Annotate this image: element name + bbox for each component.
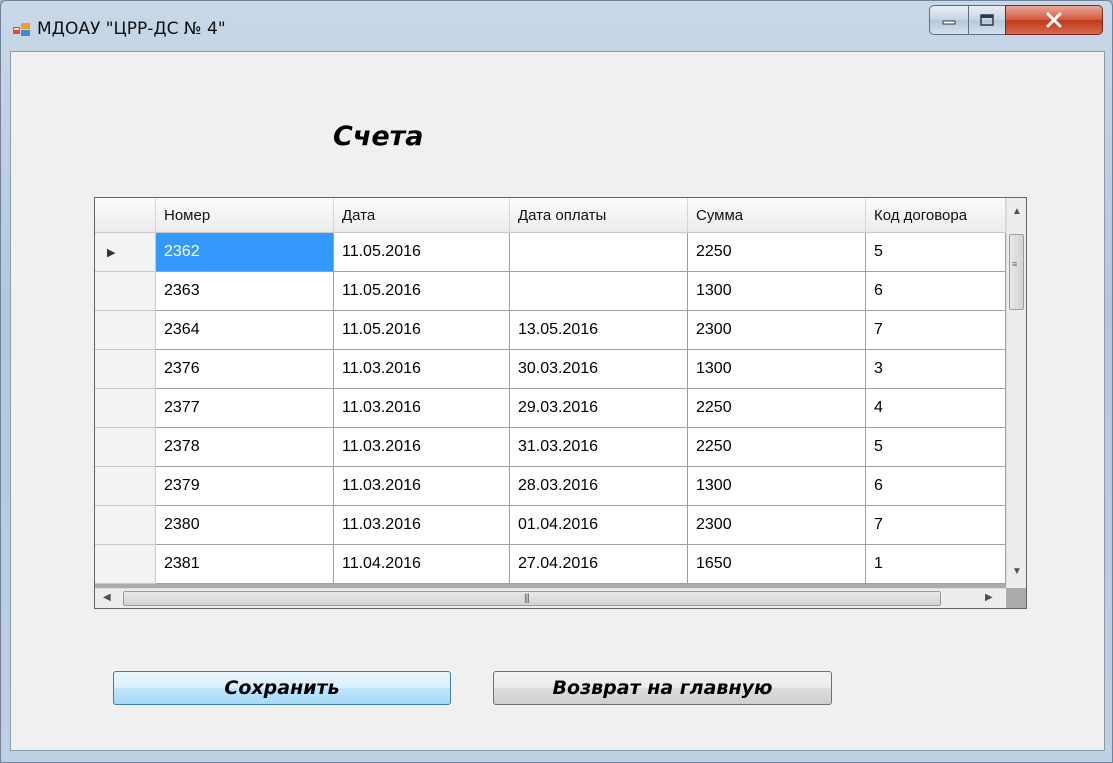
- cell-number[interactable]: 2377: [156, 389, 334, 428]
- row-header[interactable]: [95, 311, 156, 350]
- grip-icon: ≡: [1012, 259, 1017, 269]
- cell-date[interactable]: 11.03.2016: [334, 350, 510, 389]
- cell-date[interactable]: 11.05.2016: [334, 233, 510, 272]
- cell-amount[interactable]: 1650: [688, 545, 866, 584]
- title-bar[interactable]: МДОАУ "ЦРР-ДС № 4": [1, 1, 1112, 51]
- scroll-up-arrow-icon[interactable]: ▲: [1012, 206, 1022, 217]
- cell-contract-code[interactable]: 7: [866, 311, 1006, 350]
- row-header[interactable]: [95, 272, 156, 311]
- cell-number[interactable]: 2381: [156, 545, 334, 584]
- cell-date[interactable]: 11.03.2016: [334, 467, 510, 506]
- horizontal-scroll-thumb[interactable]: |||: [123, 591, 941, 606]
- scroll-down-arrow-icon[interactable]: ▼: [1012, 566, 1022, 577]
- cell-amount[interactable]: 2300: [688, 506, 866, 545]
- close-icon: [1046, 12, 1062, 28]
- column-header-payment-date[interactable]: Дата оплаты: [510, 198, 688, 233]
- table-row[interactable]: 2381 11.04.2016 27.04.2016 1650 1: [95, 545, 1006, 584]
- maximize-button[interactable]: [968, 5, 1006, 35]
- grid-corner-header[interactable]: [95, 198, 156, 233]
- minimize-icon: [942, 20, 956, 25]
- row-header[interactable]: [95, 506, 156, 545]
- cell-payment-date[interactable]: 28.03.2016: [510, 467, 688, 506]
- scroll-right-arrow-icon[interactable]: ▶: [985, 592, 993, 603]
- cell-payment-date[interactable]: 01.04.2016: [510, 506, 688, 545]
- row-header[interactable]: [95, 467, 156, 506]
- cell-date[interactable]: 11.03.2016: [334, 428, 510, 467]
- cell-number[interactable]: 2363: [156, 272, 334, 311]
- horizontal-scrollbar[interactable]: ◀ ||| ▶: [95, 588, 1006, 608]
- column-header-date[interactable]: Дата: [334, 198, 510, 233]
- cell-amount[interactable]: 1300: [688, 272, 866, 311]
- cell-date[interactable]: 11.03.2016: [334, 506, 510, 545]
- row-header[interactable]: [95, 545, 156, 584]
- table-row[interactable]: 2376 11.03.2016 30.03.2016 1300 3: [95, 350, 1006, 389]
- cell-number[interactable]: 2379: [156, 467, 334, 506]
- table-row[interactable]: ▶ 2362 11.05.2016 2250 5: [95, 233, 1006, 272]
- page-title: Счета: [333, 121, 424, 152]
- cell-date[interactable]: 11.03.2016: [334, 389, 510, 428]
- cell-number[interactable]: 2362: [156, 233, 334, 272]
- cell-payment-date[interactable]: 30.03.2016: [510, 350, 688, 389]
- cell-number[interactable]: 2380: [156, 506, 334, 545]
- window-title: МДОАУ "ЦРР-ДС № 4": [37, 19, 226, 39]
- save-button[interactable]: Сохранить: [113, 671, 451, 705]
- column-header-number[interactable]: Номер: [156, 198, 334, 233]
- table-row[interactable]: 2379 11.03.2016 28.03.2016 1300 6: [95, 467, 1006, 506]
- cell-amount[interactable]: 2300: [688, 311, 866, 350]
- table-row[interactable]: 2363 11.05.2016 1300 6: [95, 272, 1006, 311]
- cell-contract-code[interactable]: 1: [866, 545, 1006, 584]
- column-header-amount[interactable]: Сумма: [688, 198, 866, 233]
- cell-contract-code[interactable]: 4: [866, 389, 1006, 428]
- cell-contract-code[interactable]: 6: [866, 467, 1006, 506]
- cell-number[interactable]: 2364: [156, 311, 334, 350]
- back-to-main-button[interactable]: Возврат на главную: [493, 671, 832, 705]
- table-row[interactable]: 2377 11.03.2016 29.03.2016 2250 4: [95, 389, 1006, 428]
- vertical-scrollbar[interactable]: ▲ ≡ ▼: [1006, 198, 1026, 588]
- row-header[interactable]: [95, 389, 156, 428]
- cell-number[interactable]: 2378: [156, 428, 334, 467]
- cell-amount[interactable]: 2250: [688, 389, 866, 428]
- cell-contract-code[interactable]: 5: [866, 233, 1006, 272]
- minimize-button[interactable]: [929, 5, 969, 35]
- scroll-left-arrow-icon[interactable]: ◀: [103, 592, 111, 603]
- current-row-indicator-icon: ▶: [107, 246, 116, 259]
- grip-icon: |||: [524, 593, 530, 604]
- cell-date[interactable]: 11.05.2016: [334, 272, 510, 311]
- cell-payment-date[interactable]: 27.04.2016: [510, 545, 688, 584]
- close-button[interactable]: [1005, 5, 1103, 35]
- cell-amount[interactable]: 1300: [688, 350, 866, 389]
- cell-amount[interactable]: 1300: [688, 467, 866, 506]
- row-header[interactable]: ▶: [95, 233, 156, 272]
- cell-date[interactable]: 11.05.2016: [334, 311, 510, 350]
- grid-header-row: Номер Дата Дата оплаты Сумма Код договор…: [95, 198, 1006, 233]
- invoices-grid[interactable]: Номер Дата Дата оплаты Сумма Код договор…: [94, 197, 1027, 609]
- cell-contract-code[interactable]: 6: [866, 272, 1006, 311]
- cell-payment-date[interactable]: [510, 272, 688, 311]
- maximize-icon: [980, 14, 994, 26]
- cell-amount[interactable]: 2250: [688, 233, 866, 272]
- cell-payment-date[interactable]: 31.03.2016: [510, 428, 688, 467]
- app-window: МДОАУ "ЦРР-ДС № 4" Счета Номер Дата Дата…: [0, 0, 1113, 763]
- cell-contract-code[interactable]: 3: [866, 350, 1006, 389]
- cell-payment-date[interactable]: [510, 233, 688, 272]
- cell-contract-code[interactable]: 7: [866, 506, 1006, 545]
- table-row[interactable]: 2378 11.03.2016 31.03.2016 2250 5: [95, 428, 1006, 467]
- vertical-scroll-thumb[interactable]: ≡: [1009, 234, 1024, 310]
- cell-date[interactable]: 11.04.2016: [334, 545, 510, 584]
- cell-contract-code[interactable]: 5: [866, 428, 1006, 467]
- column-header-contract-code[interactable]: Код договора: [866, 198, 1006, 233]
- table-row[interactable]: 2364 11.05.2016 13.05.2016 2300 7: [95, 311, 1006, 350]
- cell-number[interactable]: 2376: [156, 350, 334, 389]
- cell-payment-date[interactable]: 13.05.2016: [510, 311, 688, 350]
- row-header[interactable]: [95, 428, 156, 467]
- cell-payment-date[interactable]: 29.03.2016: [510, 389, 688, 428]
- form-app-icon: [13, 23, 30, 36]
- row-header[interactable]: [95, 350, 156, 389]
- cell-amount[interactable]: 2250: [688, 428, 866, 467]
- table-row[interactable]: 2380 11.03.2016 01.04.2016 2300 7: [95, 506, 1006, 545]
